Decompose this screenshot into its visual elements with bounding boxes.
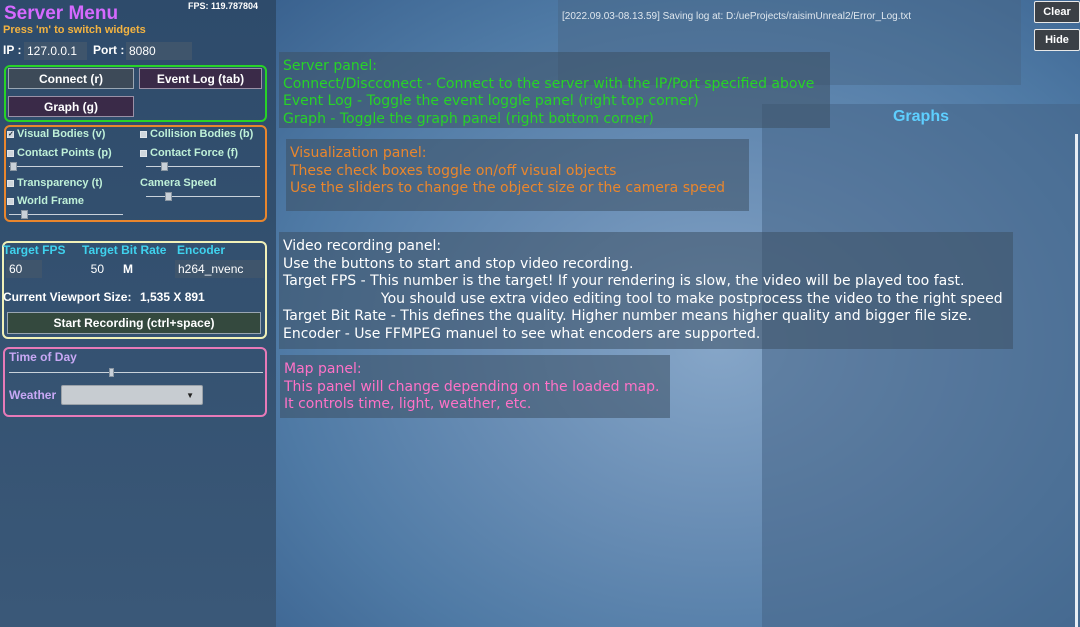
- switch-hint: Press 'm' to switch widgets: [3, 24, 146, 36]
- checkbox-icon: [140, 149, 147, 157]
- viewport-size-value: 1,535 X 891: [140, 290, 205, 304]
- log-message: [2022.09.03-08.13.59] Saving log at: D:/…: [562, 11, 912, 22]
- encoder-label: Encoder: [177, 243, 226, 257]
- menu-title: Server Menu: [4, 3, 119, 24]
- ip-label: IP :: [3, 43, 22, 57]
- weather-dropdown[interactable]: ▼: [61, 385, 203, 405]
- help-line: Graph - Toggle the graph panel (right bo…: [283, 110, 654, 127]
- checkbox-icon: [140, 130, 147, 138]
- viewport-size-label: Current Viewport Size:: [3, 290, 132, 304]
- target-fps-input[interactable]: 60: [6, 260, 42, 278]
- encoder-input[interactable]: h264_nvenc: [175, 260, 264, 278]
- help-line: It controls time, light, weather, etc.: [284, 396, 532, 412]
- help-line: You should use extra video editing tool …: [283, 290, 1003, 307]
- help-line: Event Log - Toggle the event loggle pane…: [283, 93, 699, 109]
- contact-force-checkbox[interactable]: Contact Force (f): [140, 147, 238, 159]
- checkbox-icon: [7, 149, 14, 157]
- contact-points-slider[interactable]: [9, 162, 123, 171]
- connect-button[interactable]: Connect (r): [8, 68, 134, 89]
- help-line: Encoder - Use FFMPEG manuel to see what …: [283, 325, 761, 342]
- help-map-panel: Map panel: This panel will change dependi…: [280, 355, 670, 418]
- contact-force-slider[interactable]: [146, 162, 260, 171]
- help-line: Use the buttons to start and stop video …: [283, 255, 634, 272]
- start-recording-button[interactable]: Start Recording (ctrl+space): [7, 312, 261, 334]
- port-input[interactable]: 8080: [126, 42, 192, 60]
- server-menu: Server Menu FPS: 119.787804 Press 'm' to…: [0, 0, 276, 627]
- slider-thumb[interactable]: [165, 192, 172, 201]
- help-line: Connect/Discconect - Connect to the serv…: [283, 75, 815, 92]
- help-visualization-panel: Visualization panel: These check boxes to…: [286, 139, 749, 211]
- contact-force-label: Contact Force (f): [150, 147, 238, 159]
- checkbox-icon: [7, 179, 14, 187]
- graphs-panel: Graphs: [762, 104, 1080, 627]
- help-server-panel: Server panel: Connect/Discconect - Connec…: [279, 52, 830, 128]
- world-frame-slider[interactable]: [9, 210, 123, 219]
- camera-speed-slider[interactable]: [146, 192, 260, 201]
- checkbox-icon: [7, 197, 14, 205]
- world-frame-label: World Frame: [17, 195, 85, 207]
- camera-speed-text: Camera Speed: [140, 177, 217, 189]
- transparency-checkbox[interactable]: Transparency (t): [7, 177, 103, 189]
- visual-bodies-label: Visual Bodies (v): [17, 128, 106, 140]
- hide-button[interactable]: Hide: [1034, 29, 1080, 51]
- visual-bodies-check-icon: ✓: [7, 130, 14, 138]
- camera-speed-label: Camera Speed: [140, 177, 216, 189]
- help-line: Visualization panel:: [290, 145, 427, 161]
- chevron-down-icon: ▼: [186, 390, 194, 400]
- slider-thumb[interactable]: [21, 210, 28, 219]
- help-line: This panel will change depending on the …: [284, 378, 660, 395]
- target-fps-label: Target FPS: [3, 243, 66, 257]
- time-of-day-slider[interactable]: [9, 368, 263, 377]
- visual-bodies-checkbox[interactable]: ✓ Visual Bodies (v): [7, 128, 105, 140]
- ip-input[interactable]: 127.0.0.1: [24, 42, 87, 60]
- graphs-scrollbar[interactable]: [1075, 134, 1078, 627]
- transparency-label: Transparency (t): [17, 177, 103, 189]
- slider-thumb[interactable]: [109, 368, 114, 377]
- help-line: These check boxes toggle on/off visual o…: [290, 162, 617, 179]
- collision-bodies-label: Collision Bodies (b): [150, 128, 254, 140]
- clear-button[interactable]: Clear: [1034, 1, 1080, 23]
- event-log-button[interactable]: Event Log (tab): [139, 68, 262, 89]
- help-line: Map panel:: [284, 361, 362, 377]
- help-line: Target Bit Rate - This defines the quali…: [283, 308, 972, 324]
- help-line: Use the sliders to change the object siz…: [290, 180, 725, 196]
- slider-thumb[interactable]: [161, 162, 168, 171]
- slider-thumb[interactable]: [10, 162, 17, 171]
- collision-bodies-checkbox[interactable]: Collision Bodies (b): [140, 128, 253, 140]
- world-frame-checkbox[interactable]: World Frame: [7, 195, 84, 207]
- help-line: Target FPS - This number is the target! …: [283, 273, 965, 289]
- port-label: Port :: [93, 43, 125, 57]
- target-bitrate-input[interactable]: 50: [78, 260, 118, 278]
- time-of-day-label: Time of Day: [9, 350, 77, 364]
- target-bitrate-label: Target Bit Rate: [82, 243, 167, 257]
- weather-label: Weather: [9, 388, 57, 402]
- help-video-panel: Video recording panel: Use the buttons to…: [279, 232, 1013, 349]
- help-line: Video recording panel:: [283, 238, 442, 254]
- contact-points-label: Contact Points (p): [17, 147, 112, 159]
- fps-counter: FPS: 119.787804: [188, 1, 259, 11]
- help-line: Server panel:: [283, 58, 377, 74]
- bitrate-unit: M: [123, 262, 133, 276]
- contact-points-checkbox[interactable]: Contact Points (p): [7, 147, 112, 159]
- graph-button[interactable]: Graph (g): [8, 96, 134, 117]
